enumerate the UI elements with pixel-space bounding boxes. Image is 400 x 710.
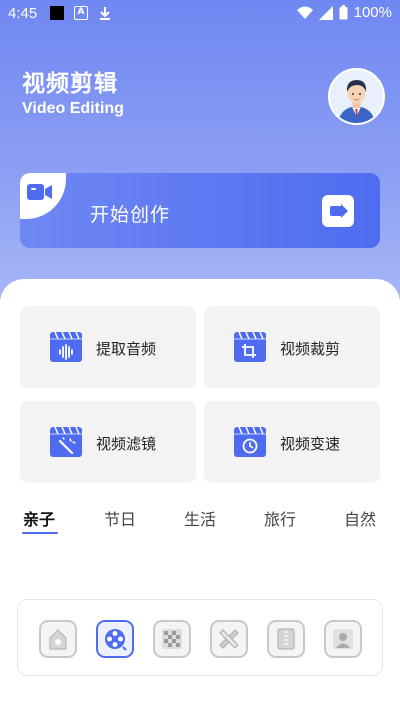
status-time: 4:45 <box>8 5 38 22</box>
tool-label: 视频变速 <box>280 435 341 453</box>
tool-label: 视频裁剪 <box>280 340 341 358</box>
wifi-icon <box>296 6 313 19</box>
start-creating-button[interactable] <box>322 195 354 227</box>
nav-mosaic[interactable] <box>153 620 191 658</box>
video-camera-icon <box>27 184 52 200</box>
nav-home[interactable] <box>39 620 77 658</box>
category-tabs: 亲子 节日 生活 旅行 自然 <box>0 506 400 536</box>
mosaic-icon <box>162 629 182 649</box>
film-reel-icon <box>105 629 127 651</box>
tool-video-speed[interactable]: 视频变速 <box>204 401 380 483</box>
home-icon <box>49 629 67 650</box>
avatar[interactable] <box>328 68 385 125</box>
bottom-nav <box>17 599 383 676</box>
tool-label: 视频滤镜 <box>96 435 157 453</box>
tool-extract-audio[interactable]: 提取音频 <box>20 306 196 388</box>
crop-icon <box>234 332 266 362</box>
battery-icon <box>339 5 348 20</box>
tool-label: 提取音频 <box>96 340 157 358</box>
start-creating-card[interactable]: 开始创作 <box>20 173 380 248</box>
magic-wand-icon <box>50 427 82 457</box>
tab-family[interactable]: 亲子 <box>23 506 55 530</box>
tool-video-filter[interactable]: 视频滤镜 <box>20 401 196 483</box>
tab-travel[interactable]: 旅行 <box>264 506 296 530</box>
battery-percent: 100% <box>353 4 392 21</box>
notebook-icon <box>277 628 295 650</box>
tab-life[interactable]: 生活 <box>184 506 216 530</box>
status-bar: 4:45 A 100% <box>0 0 400 28</box>
signal-icon <box>318 5 333 20</box>
status-right: 100% <box>296 4 392 21</box>
nav-design[interactable] <box>210 620 248 658</box>
download-icon <box>98 6 112 20</box>
arrow-video-icon <box>330 204 348 218</box>
hero-background <box>0 0 400 300</box>
pencil-ruler-icon <box>219 629 239 649</box>
person-icon <box>333 629 353 649</box>
audio-wave-icon <box>50 332 82 362</box>
nav-notebook[interactable] <box>267 620 305 658</box>
nav-editor[interactable] <box>96 620 134 658</box>
speed-clock-icon <box>234 427 266 457</box>
tab-festival[interactable]: 节日 <box>104 506 136 530</box>
tool-video-crop[interactable]: 视频裁剪 <box>204 306 380 388</box>
app-title: 视频剪辑 <box>22 71 118 97</box>
notification-app-icon: A <box>74 6 88 20</box>
notification-black-icon <box>50 6 64 20</box>
app-subtitle: Video Editing <box>22 100 124 117</box>
tab-nature[interactable]: 自然 <box>344 506 376 530</box>
nav-profile[interactable] <box>324 620 362 658</box>
active-tab-indicator <box>22 532 58 534</box>
start-creating-label: 开始创作 <box>90 204 171 226</box>
